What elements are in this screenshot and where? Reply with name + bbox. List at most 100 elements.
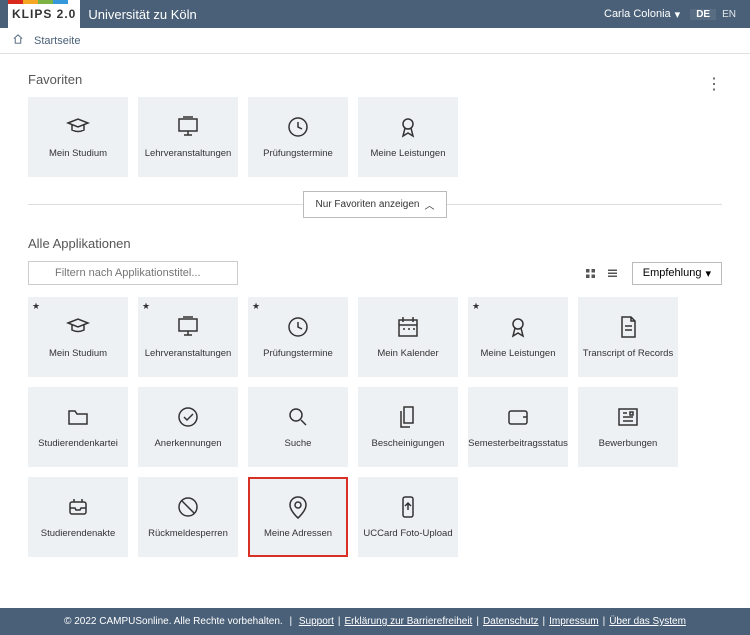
lang-de[interactable]: DE — [690, 9, 716, 20]
clock-icon — [285, 114, 311, 140]
folder-icon — [65, 404, 91, 430]
tile-label: Lehrveranstaltungen — [145, 348, 232, 359]
app-tile[interactable]: ★ Lehrveranstaltungen — [138, 297, 238, 377]
footer-link[interactable]: Datenschutz — [483, 616, 539, 627]
tile-label: Anerkennungen — [154, 438, 221, 449]
app-tile[interactable]: Studierendenakte — [28, 477, 128, 557]
tile-label: Transcript of Records — [583, 348, 673, 359]
grid-view-button[interactable] — [580, 262, 602, 284]
tile-label: Mein Studium — [49, 348, 107, 359]
search-icon — [285, 404, 311, 430]
tile-label: Meine Leistungen — [371, 148, 446, 159]
app-tile[interactable]: Lehrveranstaltungen — [138, 97, 238, 177]
tile-label: Suche — [285, 438, 312, 449]
sort-button[interactable]: Empfehlung ▾ — [632, 262, 722, 285]
tile-label: Lehrveranstaltungen — [145, 148, 232, 159]
footer-link[interactable]: Erklärung zur Barrierefreiheit — [345, 616, 473, 627]
caret-down-icon: ▾ — [675, 8, 681, 21]
app-tile[interactable]: Meine Adressen — [248, 477, 348, 557]
favorites-tiles: Mein Studium Lehrveranstaltungen Prüfungst… — [28, 97, 722, 177]
app-tile[interactable]: Anerkennungen — [138, 387, 238, 467]
logo-text: KLIPS 2.0 — [12, 7, 76, 21]
all-apps-tiles: ★ Mein Studium ★ Lehrveranstaltungen ★ Prüfun… — [28, 297, 722, 557]
award-icon — [395, 114, 421, 140]
footer-link[interactable]: Impressum — [549, 616, 598, 627]
check-circle-icon — [175, 404, 201, 430]
list-view-button[interactable] — [602, 262, 624, 284]
tile-label: Studierendenkartei — [38, 438, 118, 449]
breadcrumb-start[interactable]: Startseite — [34, 35, 80, 47]
app-tile[interactable]: UCCard Foto-Upload — [358, 477, 458, 557]
app-tile[interactable]: Meine Leistungen — [358, 97, 458, 177]
clock-icon — [285, 314, 311, 340]
grid-icon — [584, 267, 597, 280]
app-tile[interactable]: Bewerbungen — [578, 387, 678, 467]
tile-label: Semesterbeitragsstatus — [468, 438, 568, 449]
star-icon: ★ — [32, 301, 40, 312]
footer: © 2022 CAMPUSonline. Alle Rechte vorbeha… — [0, 608, 750, 635]
tile-label: Prüfungstermine — [263, 348, 333, 359]
star-icon: ★ — [142, 301, 150, 312]
star-icon: ★ — [252, 301, 260, 312]
footer-copyright: © 2022 CAMPUSonline. Alle Rechte vorbeha… — [64, 616, 283, 627]
tile-label: Rückmeldesperren — [148, 528, 228, 539]
wallet-icon — [505, 404, 531, 430]
favorites-title: Favoriten — [28, 72, 82, 87]
filter-input[interactable] — [28, 261, 238, 285]
star-icon: ★ — [472, 301, 480, 312]
tile-label: Prüfungstermine — [263, 148, 333, 159]
app-tile[interactable]: Bescheinigungen — [358, 387, 458, 467]
app-tile[interactable]: Prüfungstermine — [248, 97, 348, 177]
tile-label: Bescheinigungen — [372, 438, 445, 449]
lang-en[interactable]: EN — [716, 9, 742, 20]
logo[interactable]: KLIPS 2.0 — [8, 0, 80, 28]
tile-label: Studierendenakte — [41, 528, 115, 539]
tile-label: Meine Adressen — [264, 528, 332, 539]
app-tile[interactable]: Rückmeldesperren — [138, 477, 238, 557]
files-icon — [395, 404, 421, 430]
breadcrumb: Startseite — [0, 28, 750, 54]
award-icon — [505, 314, 531, 340]
document-icon — [615, 314, 641, 340]
graduation-cap-icon — [65, 314, 91, 340]
chevron-up-icon: ︿ — [424, 197, 434, 212]
tile-label: UCCard Foto-Upload — [363, 528, 452, 539]
presentation-icon — [175, 314, 201, 340]
caret-down-icon: ▾ — [705, 267, 711, 280]
inbox-icon — [65, 494, 91, 520]
app-tile[interactable]: ★ Mein Studium — [28, 297, 128, 377]
ban-icon — [175, 494, 201, 520]
university-name: Universität zu Köln — [88, 7, 196, 22]
all-apps-title: Alle Applikationen — [28, 236, 722, 251]
presentation-icon — [175, 114, 201, 140]
app-tile[interactable]: Semesterbeitragsstatus — [468, 387, 568, 467]
user-name: Carla Colonia — [604, 8, 671, 20]
newspaper-icon — [615, 404, 641, 430]
graduation-cap-icon — [65, 114, 91, 140]
app-tile[interactable]: ★ Prüfungstermine — [248, 297, 348, 377]
tile-label: Bewerbungen — [599, 438, 658, 449]
toggle-favorites-label: Nur Favoriten anzeigen — [316, 199, 420, 210]
tile-label: Mein Studium — [49, 148, 107, 159]
footer-link[interactable]: Support — [299, 616, 334, 627]
phone-upload-icon — [395, 494, 421, 520]
pin-icon — [285, 494, 311, 520]
app-tile[interactable]: Studierendenkartei — [28, 387, 128, 467]
app-tile[interactable]: Suche — [248, 387, 348, 467]
footer-link[interactable]: Über das System — [609, 616, 686, 627]
calendar-icon — [395, 314, 421, 340]
user-menu[interactable]: Carla Colonia ▾ — [604, 8, 680, 21]
logo-stripe — [8, 0, 68, 4]
home-icon[interactable] — [12, 33, 24, 48]
sort-label: Empfehlung — [643, 267, 702, 279]
favorites-menu-icon[interactable]: ⋮ — [706, 77, 722, 93]
app-header: KLIPS 2.0 Universität zu Köln Carla Colo… — [0, 0, 750, 28]
app-tile[interactable]: Transcript of Records — [578, 297, 678, 377]
app-tile[interactable]: Mein Kalender — [358, 297, 458, 377]
tile-label: Meine Leistungen — [481, 348, 556, 359]
list-icon — [606, 267, 619, 280]
app-tile[interactable]: Mein Studium — [28, 97, 128, 177]
toggle-favorites-button[interactable]: Nur Favoriten anzeigen ︿ — [303, 191, 448, 218]
app-tile[interactable]: ★ Meine Leistungen — [468, 297, 568, 377]
tile-label: Mein Kalender — [377, 348, 438, 359]
